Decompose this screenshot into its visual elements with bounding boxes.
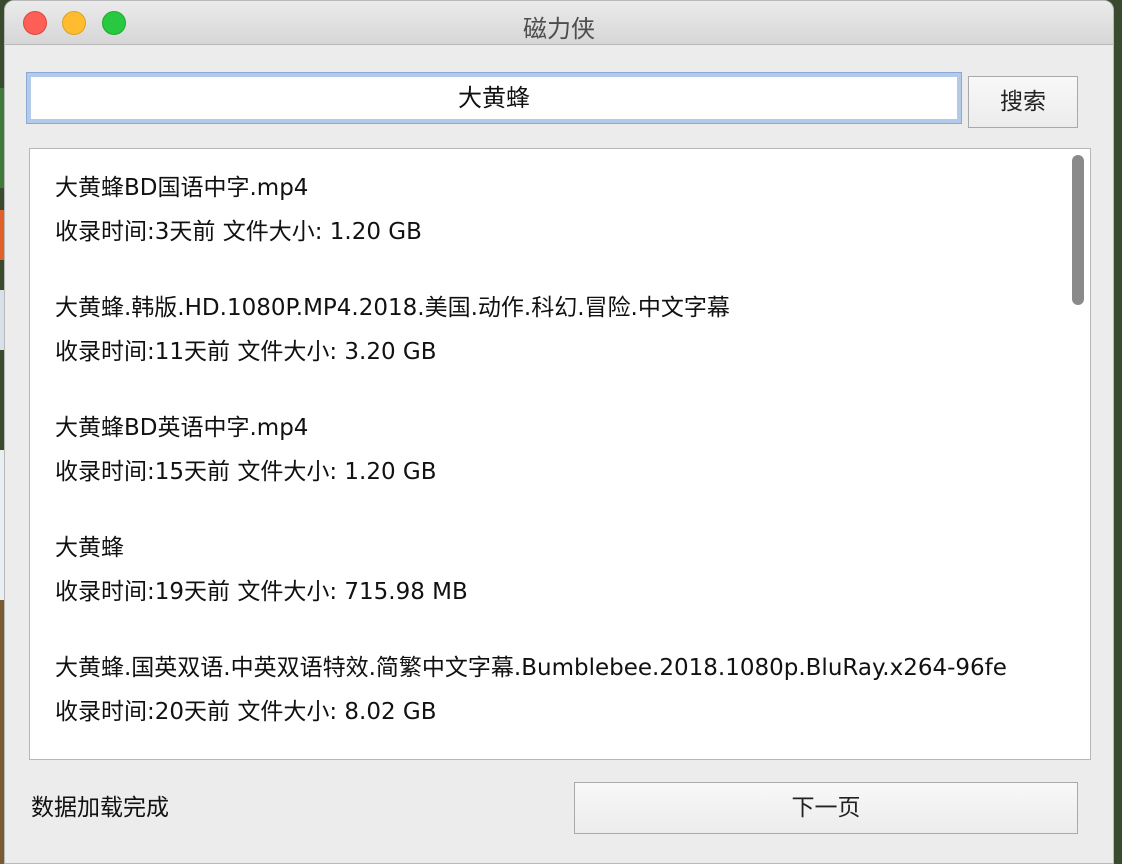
result-meta: 收录时间:11天前 文件大小: 3.20 GB [55,339,437,365]
list-item[interactable]: 大黄蜂BD英语中字.mp4 收录时间:15天前 文件大小: 1.20 GB [55,411,1090,489]
result-name: 大黄蜂 [55,535,124,561]
next-page-button[interactable]: 下一页 [574,782,1078,834]
list-item[interactable]: 大黄蜂.韩版.HD.1080P.MP4.2018.美国.动作.科幻.冒险.中文字… [55,291,1090,369]
search-button[interactable]: 搜索 [968,76,1078,128]
status-text: 数据加载完成 [31,795,169,821]
result-name: 大黄蜂.国英双语.中英双语特效.简繁中文字幕.Bumblebee.2018.10… [55,655,1007,681]
result-name: 大黄蜂BD英语中字.mp4 [55,415,309,441]
window-title: 磁力侠 [523,15,595,43]
results-list[interactable]: 大黄蜂BD国语中字.mp4 收录时间:3天前 文件大小: 1.20 GB 大黄蜂… [29,148,1091,760]
list-item[interactable]: 大黄蜂BD国语中字.mp4 收录时间:3天前 文件大小: 1.20 GB [55,171,1090,249]
result-name: 大黄蜂BD国语中字.mp4 [55,175,309,201]
result-meta: 收录时间:19天前 文件大小: 715.98 MB [55,579,468,605]
app-window: 磁力侠 大黄蜂 搜索 大黄蜂BD国语中字.mp4 收录时间:3天前 文件大小: … [4,0,1114,864]
result-meta: 收录时间:20天前 文件大小: 8.02 GB [55,699,437,725]
result-name: 大黄蜂.韩版.HD.1080P.MP4.2018.美国.动作.科幻.冒险.中文字… [55,295,730,321]
scrollbar-thumb[interactable] [1072,155,1084,305]
search-input[interactable]: 大黄蜂 [26,72,962,124]
title-bar[interactable]: 磁力侠 [5,1,1113,45]
list-item[interactable]: 大黄蜂 收录时间:19天前 文件大小: 715.98 MB [55,531,1090,609]
result-meta: 收录时间:3天前 文件大小: 1.20 GB [55,219,422,245]
list-item[interactable]: 大黄蜂.国英双语.中英双语特效.简繁中文字幕.Bumblebee.2018.10… [55,651,1090,729]
result-meta: 收录时间:15天前 文件大小: 1.20 GB [55,459,437,485]
